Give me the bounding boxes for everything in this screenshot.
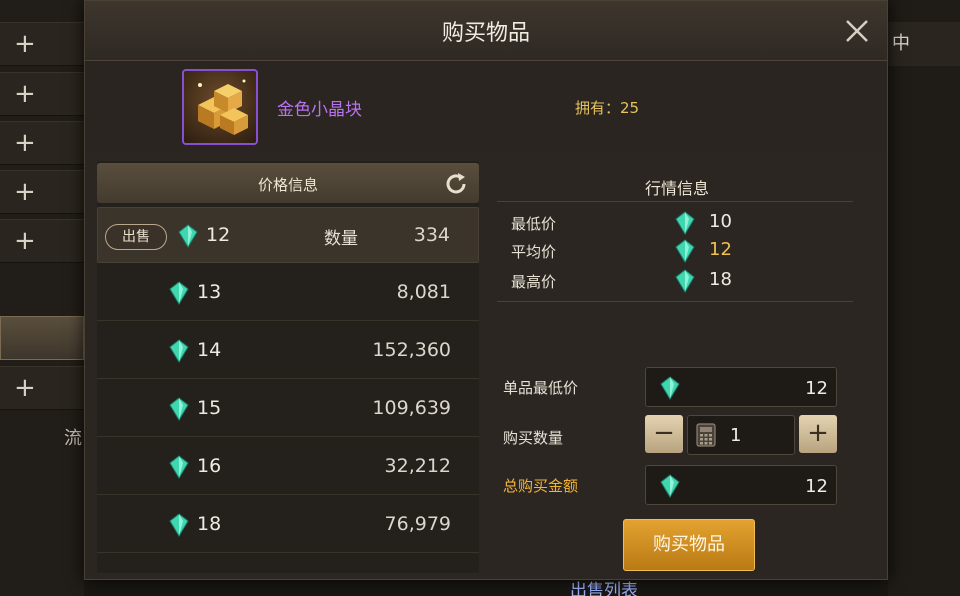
row-price: 14 bbox=[197, 339, 222, 361]
gem-icon bbox=[675, 239, 695, 263]
max-price-value: 18 bbox=[709, 269, 732, 290]
row-quantity: 334 bbox=[413, 224, 450, 246]
row-price: 16 bbox=[197, 455, 222, 477]
gold-crystal-block-icon bbox=[182, 69, 258, 145]
market-divider bbox=[497, 201, 853, 202]
gem-icon bbox=[660, 474, 680, 498]
gem-icon bbox=[675, 269, 695, 293]
bg-expand-button-2[interactable]: + bbox=[0, 72, 84, 116]
decrease-quantity-button[interactable]: − bbox=[645, 415, 683, 453]
quantity-label: 数量 bbox=[324, 229, 358, 249]
total-amount-label: 总购买金额 bbox=[503, 477, 579, 495]
bg-expand-button-3[interactable]: + bbox=[0, 121, 84, 165]
row-price: 18 bbox=[197, 513, 222, 535]
price-row[interactable]: 13 8,081 bbox=[97, 265, 479, 321]
gem-icon bbox=[169, 455, 189, 479]
avg-price-label: 平均价 bbox=[511, 243, 557, 261]
price-row[interactable]: 18 76,979 bbox=[97, 497, 479, 553]
row-quantity: 32,212 bbox=[384, 455, 451, 477]
max-price-label: 最高价 bbox=[511, 273, 557, 291]
row-quantity: 76,979 bbox=[384, 513, 451, 535]
gem-icon bbox=[169, 397, 189, 421]
bg-right-tab[interactable]: 中 bbox=[888, 22, 960, 66]
row-quantity: 8,081 bbox=[396, 281, 451, 303]
bg-expand-button-5[interactable]: + bbox=[0, 219, 84, 263]
price-info-title: 价格信息 bbox=[257, 176, 318, 194]
bg-flow-label: 流 bbox=[64, 428, 82, 449]
total-amount-value: 12 bbox=[805, 476, 828, 497]
unit-min-price-label: 单品最低价 bbox=[503, 379, 579, 397]
dialog-header: 购买物品 bbox=[85, 1, 887, 61]
increase-quantity-button[interactable]: + bbox=[799, 415, 837, 453]
buy-quantity-label: 购买数量 bbox=[503, 429, 564, 447]
gem-icon bbox=[169, 281, 189, 305]
row-price: 12 bbox=[206, 224, 231, 246]
total-amount-field: 12 bbox=[645, 465, 837, 505]
gem-icon bbox=[178, 224, 198, 248]
dialog-title: 购买物品 bbox=[441, 21, 530, 46]
price-row[interactable]: 16 32,212 bbox=[97, 439, 479, 495]
item-name: 金色小晶块 bbox=[277, 100, 362, 120]
row-price: 15 bbox=[197, 397, 222, 419]
gem-icon bbox=[675, 211, 695, 235]
buy-item-button[interactable]: 购买物品 bbox=[623, 519, 755, 571]
price-info-panel: 价格信息 出售 12 数量 334 13 8,081 14 152,360 15 bbox=[97, 161, 479, 573]
gem-icon bbox=[169, 339, 189, 363]
price-row[interactable]: 15 109,639 bbox=[97, 381, 479, 437]
calculator-icon[interactable] bbox=[695, 423, 717, 447]
price-row-selected[interactable]: 出售 12 数量 334 bbox=[97, 207, 479, 263]
min-price-label: 最低价 bbox=[511, 215, 557, 233]
gem-icon bbox=[660, 376, 680, 400]
row-quantity: 109,639 bbox=[372, 397, 451, 419]
close-icon[interactable] bbox=[841, 15, 873, 47]
market-info-title: 行情信息 bbox=[644, 179, 709, 198]
background-right-panel bbox=[888, 0, 960, 596]
gem-icon bbox=[169, 513, 189, 537]
sell-button[interactable]: 出售 bbox=[105, 224, 167, 250]
bg-active-tab[interactable] bbox=[0, 316, 84, 360]
market-divider bbox=[497, 301, 853, 302]
unit-min-price-value: 12 bbox=[805, 378, 828, 399]
price-info-header: 价格信息 bbox=[97, 163, 479, 203]
min-price-value: 10 bbox=[709, 211, 732, 232]
row-quantity: 152,360 bbox=[372, 339, 451, 361]
unit-min-price-field: 12 bbox=[645, 367, 837, 407]
owned-count: 拥有：25 bbox=[575, 99, 640, 117]
buy-item-dialog: 购买物品 金色小晶块 拥有：25 价格信息 出售 12 数量 334 13 8,… bbox=[84, 0, 888, 580]
price-row[interactable]: 14 152,360 bbox=[97, 323, 479, 379]
bg-expand-button-6[interactable]: + bbox=[0, 366, 84, 410]
row-price: 13 bbox=[197, 281, 222, 303]
avg-price-value: 12 bbox=[709, 239, 732, 260]
bg-expand-button-4[interactable]: + bbox=[0, 170, 84, 214]
bg-expand-button-1[interactable]: + bbox=[0, 22, 84, 66]
refresh-icon[interactable] bbox=[443, 171, 469, 197]
